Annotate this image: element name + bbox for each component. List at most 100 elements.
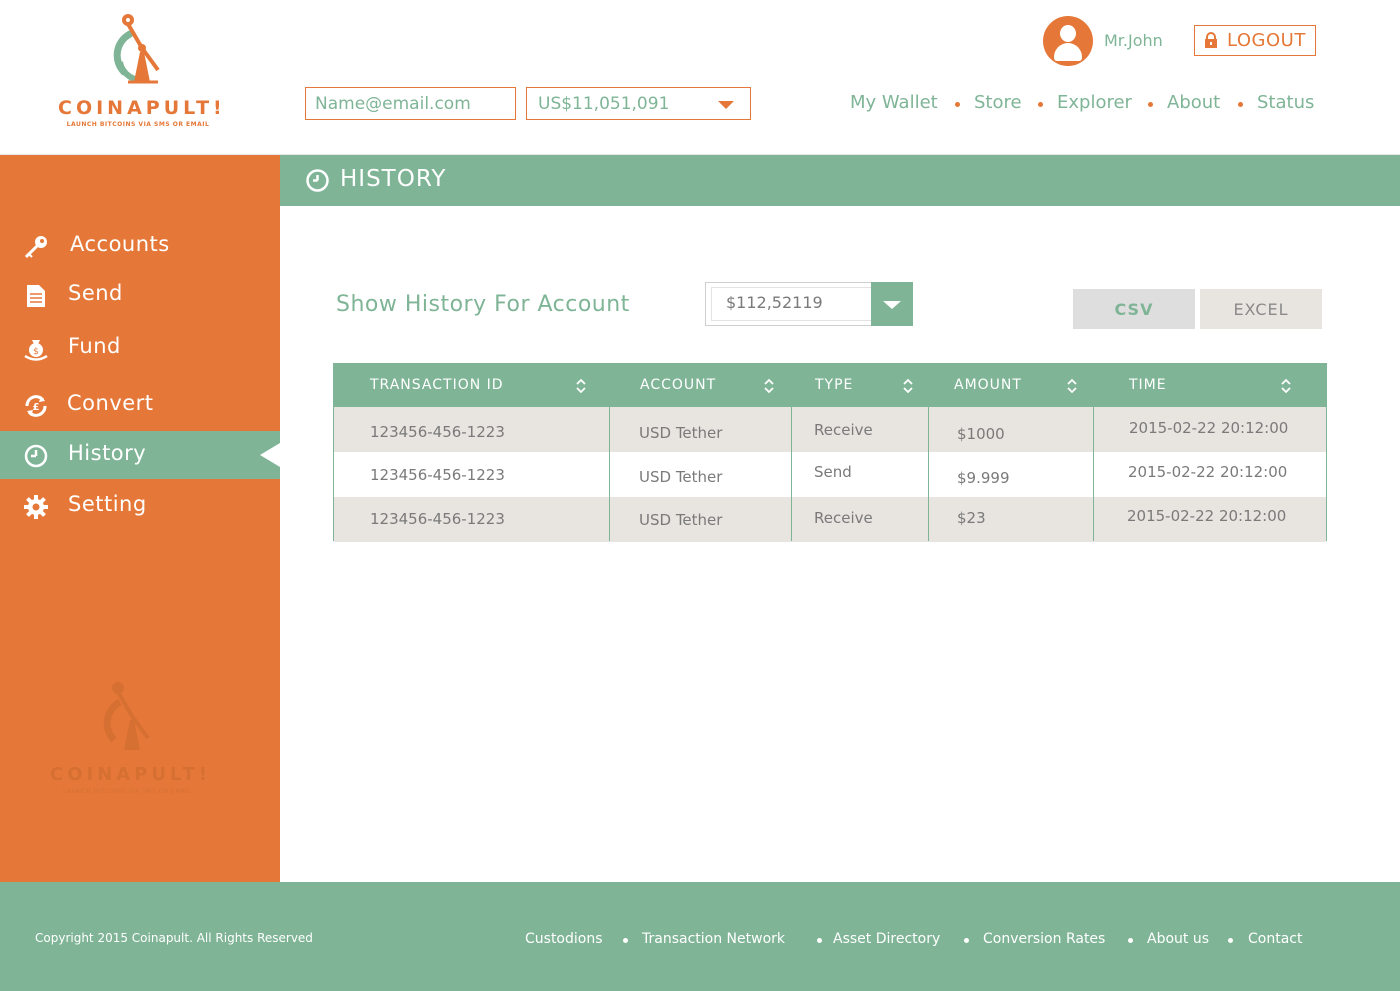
active-indicator [260, 443, 280, 467]
sidebar-item-setting[interactable]: Setting [0, 482, 280, 530]
clock-icon [24, 444, 48, 468]
cell-amount: $23 [957, 509, 986, 527]
cell-time: 2015-02-22 20:12:00 [1128, 463, 1288, 481]
top-header: COINAPULT! LAUNCH BITCOINS VIA SMS OR EM… [0, 0, 1400, 155]
sidebar-item-label: History [68, 441, 147, 465]
table-header: TRANSACTION ID ACCOUNT TYPE AMOUNT TIME [334, 364, 1326, 407]
sidebar-item-label: Setting [68, 492, 147, 516]
cell-account: USD Tether [639, 511, 723, 529]
clock-icon [306, 169, 329, 192]
filter-label: Show History For Account [336, 292, 630, 317]
sort-icon [903, 378, 913, 394]
avatar[interactable] [1043, 16, 1093, 66]
chevron-down-icon [718, 101, 734, 109]
nav-my-wallet[interactable]: My Wallet [850, 92, 938, 113]
column-divider [791, 407, 792, 541]
balance-value: US$11,051,091 [538, 94, 670, 114]
cell-amount: $1000 [957, 425, 1005, 443]
excel-button[interactable]: EXCEL [1200, 289, 1322, 329]
footer-separator [817, 938, 822, 943]
sidebar-item-history[interactable]: History [0, 431, 280, 479]
cell-type: Receive [814, 421, 873, 439]
footer-link-contact[interactable]: Contact [1248, 931, 1302, 947]
cell-account: USD Tether [639, 468, 723, 486]
footer-link-asset-directory[interactable]: Asset Directory [833, 931, 940, 947]
svg-text:$: $ [33, 347, 39, 357]
footer-separator [1228, 938, 1233, 943]
sort-icon [1281, 378, 1291, 394]
nav-separator [955, 102, 960, 107]
nav-separator [1238, 102, 1243, 107]
account-dropdown[interactable]: $112,52119 [705, 282, 913, 326]
table-row[interactable]: 123456-456-1223 USD Tether Send $9.999 2… [334, 452, 1326, 497]
cell-transaction-id: 123456-456-1223 [370, 466, 505, 484]
column-label: TRANSACTION ID [370, 377, 504, 393]
nav-about[interactable]: About [1167, 92, 1220, 113]
column-divider [928, 407, 929, 541]
svg-text:£: £ [33, 402, 40, 413]
column-header-account[interactable]: ACCOUNT [640, 364, 790, 407]
document-icon [27, 285, 45, 307]
nav-separator [1148, 102, 1153, 107]
column-header-type[interactable]: TYPE [815, 364, 925, 407]
column-header-time[interactable]: TIME [1129, 364, 1299, 407]
key-icon [24, 236, 47, 259]
footer-link-custodions[interactable]: Custodions [525, 931, 603, 947]
cell-account: USD Tether [639, 424, 723, 442]
footer-link-conversion-rates[interactable]: Conversion Rates [983, 931, 1105, 947]
lock-icon [1205, 32, 1217, 48]
cell-time: 2015-02-22 20:12:00 [1127, 507, 1287, 525]
watermark-wordmark: COINAPULT! [50, 764, 211, 785]
sidebar-item-label: Fund [68, 334, 121, 358]
logo-wordmark: COINAPULT! [58, 97, 226, 119]
account-value: $112,52119 [726, 293, 823, 312]
footer-link-transaction-network[interactable]: Transaction Network [642, 931, 785, 947]
sidebar-item-send[interactable]: Send [0, 271, 280, 319]
user-name[interactable]: Mr.John [1104, 31, 1163, 50]
sidebar-item-label: Convert [67, 391, 154, 415]
gear-icon [24, 495, 48, 519]
balance-dropdown[interactable]: US$11,051,091 [526, 87, 751, 120]
cell-time: 2015-02-22 20:12:00 [1129, 419, 1289, 437]
footer: Copyright 2015 Coinapult. All Rights Res… [0, 882, 1400, 991]
sidebar-item-label: Accounts [70, 232, 170, 256]
coinapult-logo[interactable]: COINAPULT! LAUNCH BITCOINS VIA SMS OR EM… [58, 12, 226, 132]
cell-transaction-id: 123456-456-1223 [370, 423, 505, 441]
logout-button[interactable]: LOGOUT [1194, 25, 1316, 56]
footer-separator [964, 938, 969, 943]
money-bag-icon: $ [24, 340, 48, 361]
user-icon-body [1054, 43, 1082, 61]
sort-icon [576, 378, 586, 394]
footer-link-about-us[interactable]: About us [1147, 931, 1209, 947]
sidebar-watermark-logo: COINAPULT! LAUNCH BITCOINS VIA SMS OR EM… [50, 680, 211, 800]
logo-tagline: LAUNCH BITCOINS VIA SMS OR EMAIL [66, 121, 210, 128]
cell-type: Send [814, 463, 852, 481]
table-row[interactable]: 123456-456-1223 USD Tether Receive $1000… [334, 407, 1326, 452]
page-title: HISTORY [340, 166, 447, 192]
nav-explorer[interactable]: Explorer [1057, 92, 1132, 113]
column-label: ACCOUNT [640, 377, 717, 393]
footer-separator [623, 938, 628, 943]
cell-type: Receive [814, 509, 873, 527]
sidebar-item-convert[interactable]: £ Convert [0, 381, 280, 429]
column-header-amount[interactable]: AMOUNT [954, 364, 1084, 407]
column-label: TIME [1129, 377, 1167, 393]
dropdown-toggle[interactable] [871, 282, 913, 326]
nav-status[interactable]: Status [1257, 92, 1314, 113]
sidebar-item-fund[interactable]: $ Fund [0, 324, 280, 372]
table-row[interactable]: 123456-456-1223 USD Tether Receive $23 2… [334, 497, 1326, 542]
copyright-text: Copyright 2015 Coinapult. All Rights Res… [35, 931, 313, 945]
csv-button[interactable]: CSV [1073, 289, 1195, 329]
watermark-tagline: LAUNCH BITCOINS VIA SMS OR EMAIL [63, 788, 192, 795]
sidebar-item-accounts[interactable]: Accounts [0, 222, 280, 270]
email-field[interactable] [305, 87, 516, 120]
history-table: TRANSACTION ID ACCOUNT TYPE AMOUNT TIME … [333, 363, 1327, 542]
footer-separator [1128, 938, 1133, 943]
column-label: TYPE [815, 377, 854, 393]
nav-store[interactable]: Store [974, 92, 1022, 113]
column-header-transaction-id[interactable]: TRANSACTION ID [370, 364, 590, 407]
section-header: HISTORY [280, 155, 1400, 206]
sidebar: Accounts Send $ Fund £ Convert History S… [0, 155, 280, 882]
column-label: AMOUNT [954, 377, 1022, 393]
nav-separator [1038, 102, 1043, 107]
